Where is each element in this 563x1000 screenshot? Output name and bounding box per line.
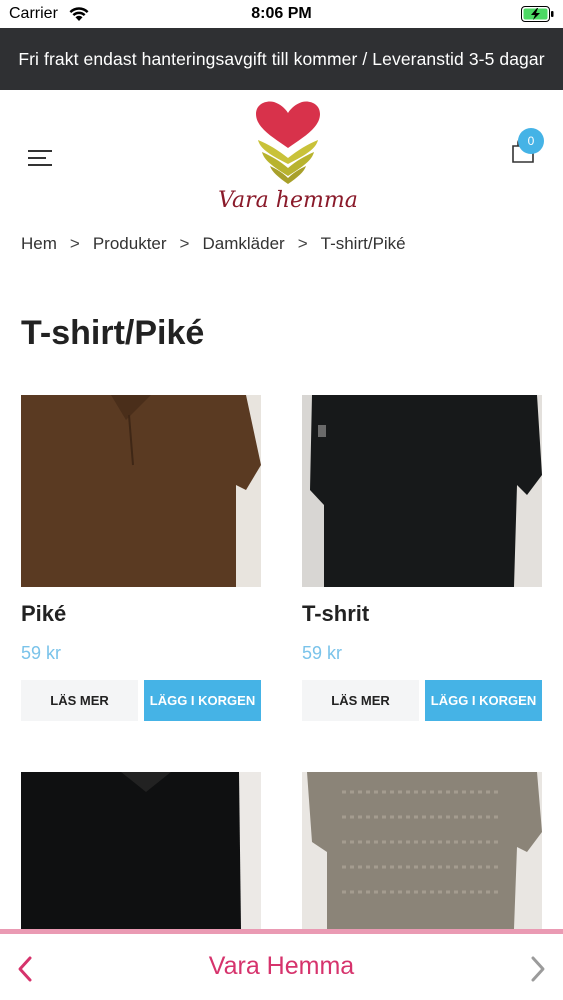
chevron-right-icon[interactable] xyxy=(527,954,549,984)
page-title: T-shirt/Piké xyxy=(21,314,205,352)
product-name[interactable]: T-shrit xyxy=(302,601,542,627)
status-time: 8:06 PM xyxy=(251,5,312,22)
site-header: Vara hemma 0 xyxy=(0,90,563,220)
announcement-bar: Fri frakt endast hanteringsavgift till k… xyxy=(0,28,563,90)
breadcrumb-item-current: T-shirt/Piké xyxy=(320,234,406,253)
add-to-cart-button[interactable]: LÄGG I KORGEN xyxy=(425,680,542,721)
product-card xyxy=(302,772,542,929)
product-image[interactable] xyxy=(21,395,261,587)
product-name[interactable]: Piké xyxy=(21,601,261,627)
read-more-button[interactable]: LÄS MER xyxy=(21,680,138,721)
product-image[interactable] xyxy=(21,772,261,929)
breadcrumb-item-products[interactable]: Produkter xyxy=(93,234,167,253)
breadcrumb-separator: > xyxy=(297,234,308,253)
product-price: 59 kr xyxy=(302,643,343,663)
cart-count-badge: 0 xyxy=(518,128,544,154)
announcement-text: Fri frakt endast hanteringsavgift till k… xyxy=(18,48,545,69)
product-image[interactable] xyxy=(302,772,542,929)
site-logo[interactable]: Vara hemma xyxy=(218,100,358,213)
breadcrumb-item-womens-clothing[interactable]: Damkläder xyxy=(202,234,284,253)
product-card xyxy=(21,772,261,929)
status-bar: Carrier 8:06 PM xyxy=(0,0,563,28)
breadcrumb-separator: > xyxy=(179,234,190,253)
read-more-button[interactable]: LÄS MER xyxy=(302,680,419,721)
app-title: Vara Hemma xyxy=(208,952,355,980)
logo-text: Vara hemma xyxy=(218,188,358,213)
product-card: T-shrit 59 kr LÄS MER LÄGG I KORGEN xyxy=(302,395,542,721)
product-price: 59 kr xyxy=(21,643,62,663)
product-card: Piké 59 kr LÄS MER LÄGG I KORGEN xyxy=(21,395,261,721)
hamburger-menu-icon[interactable] xyxy=(28,150,52,168)
breadcrumb-item-home[interactable]: Hem xyxy=(21,234,57,253)
heart-logo-icon xyxy=(256,101,320,184)
breadcrumb-separator: > xyxy=(69,234,80,253)
add-to-cart-button[interactable]: LÄGG I KORGEN xyxy=(144,680,261,721)
bottom-nav-bar: Vara Hemma xyxy=(0,929,563,1000)
battery-charging-icon xyxy=(521,6,554,22)
product-image[interactable] xyxy=(302,395,542,587)
breadcrumb: Hem > Produkter > Damkläder > T-shirt/Piké xyxy=(21,234,406,254)
